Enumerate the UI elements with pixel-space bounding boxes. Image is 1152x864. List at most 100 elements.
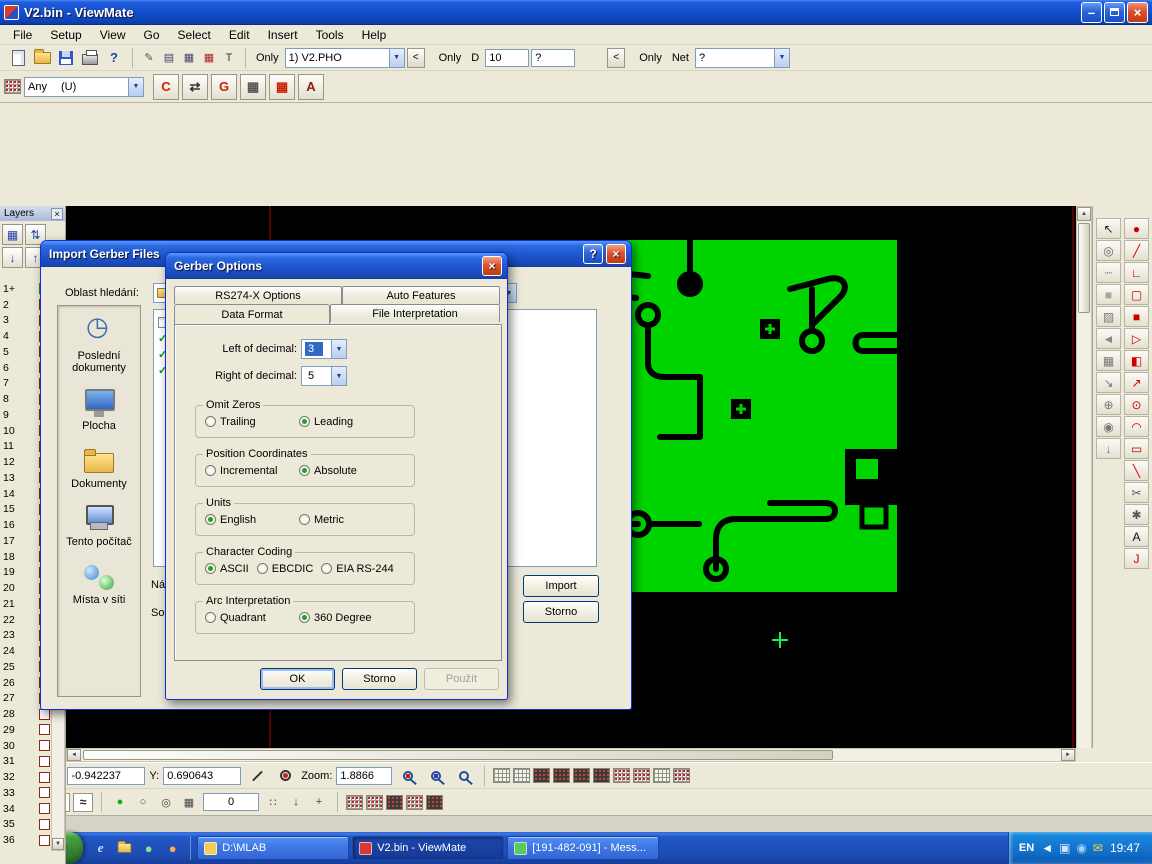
menu-view[interactable]: View <box>91 26 135 44</box>
layer-row[interactable]: 35 <box>0 817 52 833</box>
drop-tool[interactable]: ↓ <box>1096 438 1121 459</box>
radio-absolute[interactable]: Absolute <box>299 465 385 477</box>
layers-close-icon[interactable]: × <box>51 208 63 220</box>
net-pattern-5-icon[interactable] <box>426 795 443 810</box>
dcode-film-2-icon[interactable] <box>553 768 570 783</box>
y-coordinate-field[interactable]: 0.690643 <box>163 767 241 785</box>
chevron-down-icon[interactable]: ▼ <box>128 78 143 96</box>
chevron-down-icon[interactable]: ▼ <box>331 367 346 385</box>
import-cancel-button[interactable]: Storno <box>523 601 599 623</box>
grid-button[interactable]: ▦ <box>240 74 266 100</box>
import-button[interactable]: Import <box>523 575 599 597</box>
dcode-value-field[interactable]: 10 <box>485 49 529 67</box>
gcode-button[interactable]: G <box>211 74 237 100</box>
table-tool[interactable]: ▦ <box>1096 350 1121 371</box>
place-tento-po-ta[interactable]: Tento počítač <box>58 496 140 554</box>
previous-layer-button[interactable]: < <box>407 48 425 68</box>
menu-tools[interactable]: Tools <box>307 26 353 44</box>
messenger-quick-icon[interactable]: ● <box>140 840 157 857</box>
tray-display-icon[interactable]: ▣ <box>1059 841 1070 855</box>
scroll-up-icon[interactable]: ▲ <box>1077 207 1091 221</box>
net-pattern-4-icon[interactable] <box>406 795 423 810</box>
browser-quick-icon[interactable]: ● <box>164 840 181 857</box>
radio-360-degree[interactable]: 360 Degree <box>299 612 385 624</box>
scroll-down-icon[interactable]: ▼ <box>52 838 64 850</box>
only-net-label[interactable]: Only <box>639 52 662 64</box>
layer-visibility-checkbox[interactable] <box>39 756 50 767</box>
layer-down-button[interactable]: ↓ <box>2 247 23 268</box>
layer-visibility-checkbox[interactable] <box>39 709 50 720</box>
net-pattern-2-icon[interactable] <box>366 795 383 810</box>
scroll-right-icon[interactable]: ► <box>1061 749 1075 761</box>
layer-visibility-checkbox[interactable] <box>39 740 50 751</box>
horizontal-scrollbar[interactable]: ◄ ► <box>66 748 1076 762</box>
filled-rect-tool[interactable]: ■ <box>1124 306 1149 327</box>
pad-film-2-icon[interactable] <box>633 768 650 783</box>
snap-rings-tool[interactable]: ◎ <box>1096 240 1121 261</box>
trace-mode-icon[interactable]: T <box>219 47 239 69</box>
tray-update-icon[interactable]: ◉ <box>1076 841 1086 855</box>
import-close-button[interactable]: × <box>606 244 626 264</box>
radio-quadrant[interactable]: Quadrant <box>205 612 291 624</box>
tray-mail-icon[interactable]: ✉ <box>1093 841 1103 855</box>
scroll-thumb[interactable] <box>1078 223 1090 313</box>
place-m-sta-v-s-ti[interactable]: Místa v síti <box>58 554 140 612</box>
task-mlab[interactable]: D:\MLAB <box>197 836 349 860</box>
menu-insert[interactable]: Insert <box>259 26 307 44</box>
radio-trailing[interactable]: Trailing <box>205 416 291 428</box>
origin-target-icon[interactable] <box>273 765 297 787</box>
circle-aperture-button[interactable]: C <box>153 74 179 100</box>
arc-tool[interactable]: ◠ <box>1124 416 1149 437</box>
save-file-icon[interactable] <box>54 47 78 69</box>
selection-filter-combo[interactable]: Any (U) ▼ <box>24 77 144 97</box>
dcode-film-1-icon[interactable] <box>533 768 550 783</box>
scroll-thumb[interactable] <box>83 750 833 760</box>
cancel-button[interactable]: Storno <box>342 668 417 690</box>
scissors-tool[interactable]: ✂ <box>1124 482 1149 503</box>
place-posledn-dokumenty[interactable]: Poslední dokumenty <box>58 310 140 380</box>
right-of-decimal-combo[interactable]: 5 ▼ <box>301 366 347 386</box>
grid-table-icon[interactable]: ▦ <box>179 791 199 813</box>
tab-rs274-x-options[interactable]: RS274-X Options <box>174 286 342 304</box>
radio-ebcdic[interactable]: EBCDIC <box>257 563 314 575</box>
clock[interactable]: 19:47 <box>1110 841 1140 855</box>
radio-eia-rs-244[interactable]: EIA RS-244 <box>321 563 393 575</box>
layer-visibility-checkbox[interactable] <box>39 787 50 798</box>
edit-dcode-icon[interactable]: ✎ <box>139 47 159 69</box>
menu-go[interactable]: Go <box>135 26 169 44</box>
chevron-down-icon[interactable]: ▼ <box>389 49 404 67</box>
frame-tool[interactable]: ▭ <box>1124 438 1149 459</box>
dashed-tool[interactable]: ┈ <box>1096 262 1121 283</box>
only-dcode-label[interactable]: Only <box>439 52 462 64</box>
net-select-combo[interactable]: ? ▼ <box>695 48 790 68</box>
aperture-text-button[interactable]: A <box>298 74 324 100</box>
grid-step-field[interactable]: 0 <box>203 793 259 811</box>
text-tool[interactable]: A <box>1124 526 1149 547</box>
vector-arrow-tool[interactable]: ↗ <box>1124 372 1149 393</box>
select-tool[interactable]: ↖ <box>1096 218 1121 239</box>
x-coordinate-field[interactable]: -0.942237 <box>67 767 145 785</box>
lasso-icon[interactable]: ○ <box>133 791 153 813</box>
layer-row[interactable]: 36 <box>0 832 52 848</box>
gerber-close-button[interactable]: × <box>482 256 502 276</box>
settings-tool[interactable]: ✱ <box>1124 504 1149 525</box>
layer-row[interactable]: 32 <box>0 769 52 785</box>
close-button[interactable]: × <box>1127 2 1148 23</box>
scroll-left-icon[interactable]: ◄ <box>67 749 81 761</box>
chevron-down-icon[interactable]: ▼ <box>331 340 346 358</box>
task-viewmate[interactable]: V2.bin - ViewMate <box>352 836 504 860</box>
measure-line-icon[interactable] <box>245 765 269 787</box>
context-help-icon[interactable]: ? <box>102 47 126 69</box>
radio-metric[interactable]: Metric <box>299 514 385 526</box>
zoom-window-button[interactable] <box>396 765 420 787</box>
red-grid-button[interactable]: ▦ <box>269 74 295 100</box>
previous-dcode-button[interactable]: < <box>607 48 625 68</box>
layers-panel-header[interactable]: Layers × <box>0 206 65 221</box>
zoom-field[interactable]: 1.8866 <box>336 767 392 785</box>
menu-select[interactable]: Select <box>169 26 220 44</box>
net-highlight-icon[interactable]: ● <box>110 791 130 813</box>
net-pattern-1-icon[interactable] <box>346 795 363 810</box>
line-tool[interactable]: ╱ <box>1124 240 1149 261</box>
dcode-query-field[interactable]: ? <box>531 49 575 67</box>
menu-setup[interactable]: Setup <box>41 26 90 44</box>
